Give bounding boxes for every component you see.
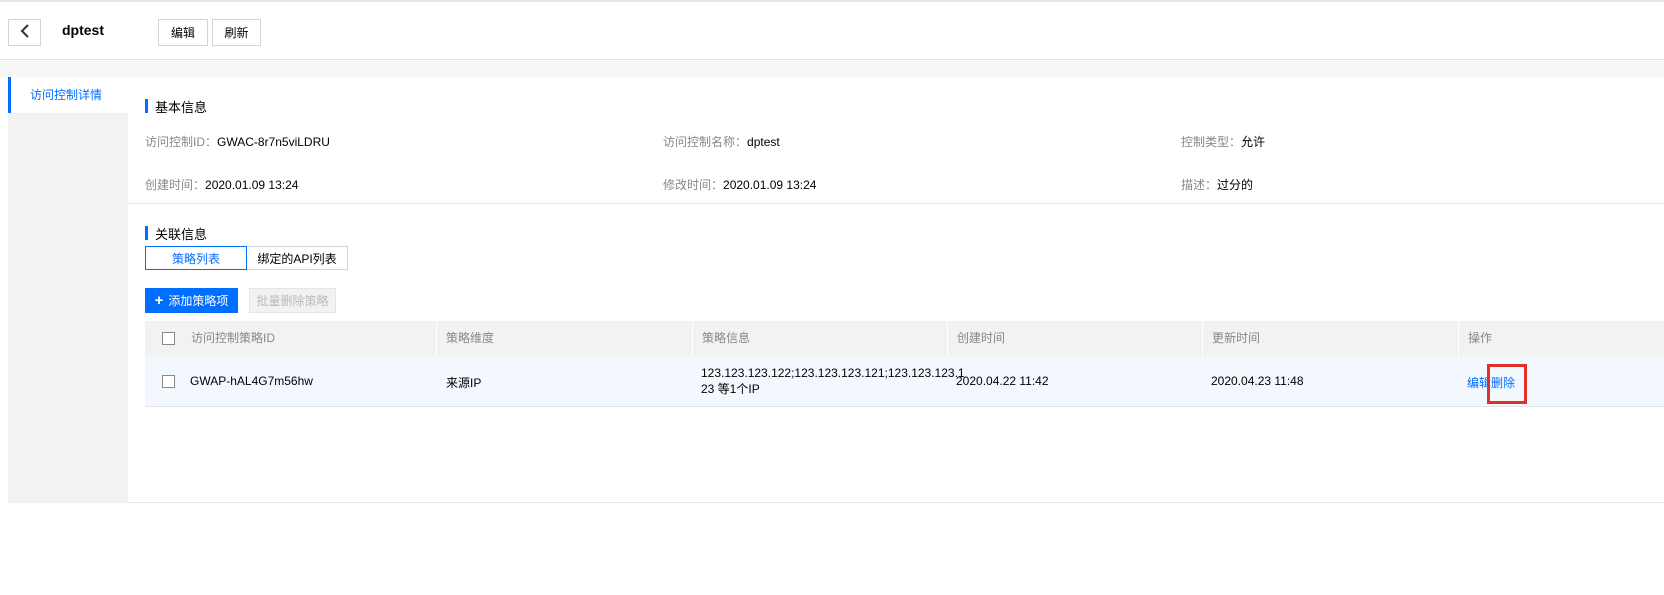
created-time: 2020.04.22 11:42 — [956, 374, 1049, 388]
plus-icon: + — [154, 292, 164, 309]
info-value: 2020.01.09 13:24 — [205, 178, 299, 192]
row-actions: 编辑删除 — [1467, 374, 1515, 391]
info-value: GWAC-8r7n5viLDRU — [217, 135, 330, 149]
info-control-type: 控制类型：允许 — [1181, 133, 1265, 150]
policy-id: GWAP-hAL4G7m56hw — [190, 374, 313, 388]
info-label: 修改时间： — [663, 178, 724, 192]
column-header: 创建时间 — [957, 331, 1006, 345]
header-gap — [0, 61, 1664, 77]
column-header: 操作 — [1468, 331, 1493, 345]
policy-table: 访问控制策略ID 策略维度 策略信息 创建时间 更新时间 操作 GWAP-hAL… — [145, 321, 1664, 407]
info-access-control-name: 访问控制名称：dptest — [663, 133, 780, 150]
policy-dimension: 来源IP — [446, 376, 482, 390]
info-label: 访问控制ID： — [145, 135, 218, 149]
info-label: 访问控制名称： — [663, 135, 748, 149]
policy-info-line: 123.123.123.122;123.123.123.121;123.123.… — [701, 366, 965, 380]
info-modified-time: 修改时间：2020.01.09 13:24 — [663, 176, 816, 193]
basic-info-title: 基本信息 — [145, 97, 207, 116]
info-value: dptest — [747, 135, 780, 149]
policy-info-line: 23 等1个IP — [701, 382, 760, 396]
info-access-control-id: 访问控制ID：GWAC-8r7n5viLDRU — [145, 133, 330, 150]
sidebar-item-access-control-details[interactable]: 访问控制详情 — [8, 77, 128, 113]
batch-delete-button[interactable]: 批量删除策略 — [249, 288, 336, 313]
edit-button[interactable]: 编辑 — [158, 19, 208, 46]
column-header: 更新时间 — [1212, 331, 1261, 345]
tab-policy-list[interactable]: 策略列表 — [145, 246, 247, 270]
info-value: 2020.01.09 13:24 — [723, 178, 817, 192]
info-label: 描述： — [1181, 178, 1218, 192]
page-header: dptest 编辑 刷新 — [0, 2, 1664, 60]
add-policy-button[interactable]: + 添加策略项 — [145, 288, 238, 313]
table-row: GWAP-hAL4G7m56hw 来源IP 123.123.123.122;12… — [145, 356, 1664, 407]
column-header: 策略信息 — [702, 331, 751, 345]
column-header: 访问控制策略ID — [191, 331, 276, 345]
main-content: 基本信息 访问控制ID：GWAC-8r7n5viLDRU 访问控制名称：dpte… — [128, 77, 1664, 503]
info-label: 创建时间： — [145, 178, 206, 192]
related-info-title: 关联信息 — [145, 224, 207, 243]
page-title: dptest — [62, 22, 104, 38]
back-button[interactable] — [8, 19, 41, 46]
info-value: 过分的 — [1217, 178, 1254, 192]
info-description: 描述：过分的 — [1181, 176, 1253, 193]
info-label: 控制类型： — [1181, 135, 1242, 149]
table-header: 访问控制策略ID 策略维度 策略信息 创建时间 更新时间 操作 — [145, 321, 1664, 356]
info-value: 允许 — [1241, 135, 1266, 149]
info-created-time: 创建时间：2020.01.09 13:24 — [145, 176, 298, 193]
updated-time: 2020.04.23 11:48 — [1211, 374, 1304, 388]
select-all-checkbox[interactable] — [162, 332, 175, 345]
add-policy-label: 添加策略项 — [168, 294, 229, 308]
tab-bound-api-list[interactable]: 绑定的API列表 — [246, 246, 348, 270]
delete-policy-link[interactable]: 删除 — [1491, 376, 1515, 390]
edit-policy-link[interactable]: 编辑 — [1467, 376, 1491, 390]
column-header: 策略维度 — [446, 331, 495, 345]
sidebar: 访问控制详情 — [8, 77, 128, 503]
chevron-left-icon — [20, 24, 30, 41]
refresh-button[interactable]: 刷新 — [212, 19, 261, 46]
section-divider — [128, 203, 1664, 204]
policy-info: 123.123.123.122;123.123.123.121;123.123.… — [701, 365, 965, 397]
row-checkbox[interactable] — [162, 375, 175, 388]
